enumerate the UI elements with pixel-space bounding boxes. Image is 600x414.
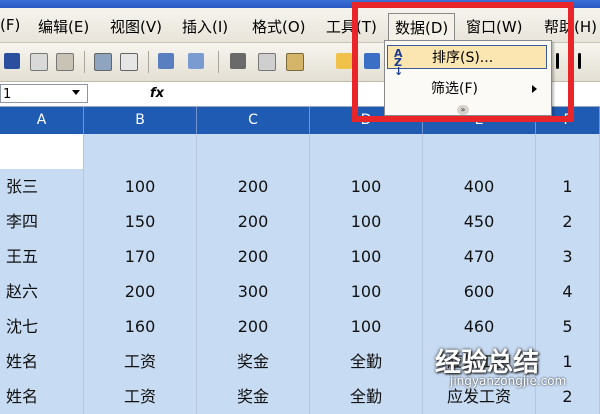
grid-cell[interactable]: 100 [310,274,423,309]
grid-cell[interactable]: 460 [423,309,536,344]
grid-cell[interactable]: 4 [536,274,600,309]
cut-icon[interactable] [230,53,246,69]
grid-cell[interactable]: 200 [197,204,310,239]
grid-cell[interactable]: 沈七 [0,309,84,344]
grid-cell[interactable] [536,134,600,169]
paste-icon[interactable] [286,53,304,71]
grid-cell[interactable]: 150 [84,204,197,239]
grid-cell[interactable]: 姓名 [0,379,84,414]
grid-cell[interactable]: 300 [197,274,310,309]
grid-cell[interactable]: 王五 [0,239,84,274]
table-row: 赵六 200 300 100 600 4 [0,274,600,309]
table-row [0,134,600,169]
grid-cell[interactable]: 100 [310,239,423,274]
grid-cell[interactable]: 200 [197,239,310,274]
column-header-c[interactable]: C [197,107,310,134]
grid-cell[interactable] [84,134,197,169]
red-highlight-box [352,2,574,122]
grid-cell[interactable]: 200 [197,309,310,344]
menu-format[interactable]: 格式(O) [252,16,306,37]
grid-cell[interactable]: 奖金 [197,379,310,414]
grid-cell[interactable]: 100 [84,169,197,204]
watermark-url: jingyanzongjie.com [450,374,567,388]
grid-cell[interactable] [197,134,310,169]
table-row: 李四 150 200 100 450 2 [0,204,600,239]
grid-cell[interactable]: 工资 [84,379,197,414]
grid-cell[interactable]: 600 [423,274,536,309]
grid-cell[interactable]: 470 [423,239,536,274]
research-icon[interactable] [188,53,204,69]
grid-cell[interactable]: 400 [423,169,536,204]
fx-icon[interactable]: fx [150,86,164,101]
format-painter-icon[interactable] [336,53,352,69]
copy-icon[interactable] [258,53,276,71]
grid-cell[interactable]: 李四 [0,204,84,239]
sort-ascending-icon[interactable] [578,53,581,69]
toolbar-separator [84,51,85,73]
grid-cell[interactable]: 全勤 [310,344,423,379]
grid-cell[interactable]: 450 [423,204,536,239]
grid-cell[interactable]: 1 [536,169,600,204]
print-preview-icon[interactable] [120,53,138,71]
toolbar-separator [148,51,149,73]
grid-cell[interactable]: 200 [197,169,310,204]
grid-cell[interactable]: 160 [84,309,197,344]
menu-view[interactable]: 视图(V) [110,16,162,37]
table-row: 王五 170 200 100 470 3 [0,239,600,274]
name-box-dropdown-icon[interactable] [72,90,80,95]
grid-cell[interactable]: 170 [84,239,197,274]
save-icon[interactable] [4,53,20,69]
grid-cell[interactable]: 5 [536,309,600,344]
menu-file[interactable]: (F) [0,16,20,34]
grid-cell[interactable]: 工资 [84,344,197,379]
grid-cell[interactable]: 100 [310,309,423,344]
grid-cell[interactable]: 赵六 [0,274,84,309]
grid-cell[interactable]: 姓名 [0,344,84,379]
grid-cell[interactable]: 100 [310,169,423,204]
table-row: 沈七 160 200 100 460 5 [0,309,600,344]
grid-cell[interactable] [423,134,536,169]
grid-cell[interactable]: 全勤 [310,379,423,414]
grid-cell[interactable] [0,134,84,169]
menu-insert[interactable]: 插入(I) [182,16,228,37]
toolbar-separator [218,51,219,73]
spelling-icon[interactable] [158,53,174,69]
grid-cell[interactable] [310,134,423,169]
grid-cell[interactable]: 张三 [0,169,84,204]
column-header-a[interactable]: A [0,107,84,134]
grid-cell[interactable]: 3 [536,239,600,274]
permission-icon[interactable] [30,53,48,71]
grid-cell[interactable]: 2 [536,204,600,239]
grid-cell[interactable]: 奖金 [197,344,310,379]
table-row: 张三 100 200 100 400 1 [0,169,600,204]
grid-cell[interactable]: 200 [84,274,197,309]
grid-cell[interactable]: 100 [310,204,423,239]
email-icon[interactable] [56,53,74,71]
print-icon[interactable] [94,53,112,71]
menu-edit[interactable]: 编辑(E) [38,16,89,37]
column-header-b[interactable]: B [84,107,197,134]
